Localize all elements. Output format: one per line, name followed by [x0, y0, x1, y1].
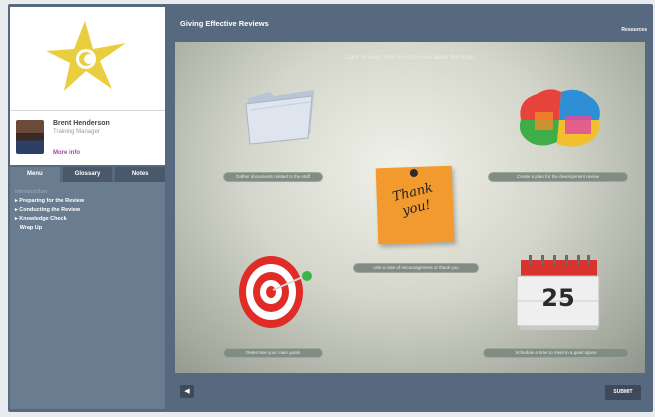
target-icon[interactable]: [233, 248, 323, 332]
target-item-label[interactable]: Determine your main goals: [223, 348, 323, 358]
submit-button[interactable]: SUBMIT: [605, 385, 641, 400]
avatar: [16, 120, 44, 154]
note-text: Thank you!: [391, 180, 435, 220]
puzzle-item-label[interactable]: Create a plan for the development review: [488, 172, 628, 182]
menu-panel: Introduction ▸ Preparing for the Review …: [10, 182, 165, 409]
menu-item-preparing[interactable]: ▸ Preparing for the Review: [15, 197, 160, 206]
profile-role: Training Manager: [53, 129, 100, 135]
prev-button[interactable]: ◀: [180, 385, 194, 398]
player-footer: ◀ SUBMIT: [175, 373, 645, 412]
menu-item-label: Preparing for the Review: [19, 198, 85, 204]
tab-menu[interactable]: Menu: [10, 167, 60, 182]
puzzle-brain-icon[interactable]: [515, 86, 603, 152]
menu-item-label: Conducting the Review: [19, 207, 81, 213]
menu-item-wrap-up[interactable]: Wrap Up: [15, 224, 160, 233]
folder-item-label[interactable]: Gather documents related to the staff: [223, 172, 323, 182]
slide-stage: Click on each item to learn more about t…: [175, 42, 645, 373]
tab-notes[interactable]: Notes: [115, 167, 166, 182]
note-pin-icon: [409, 168, 419, 178]
resources-link[interactable]: Resources: [621, 27, 647, 33]
tab-glossary[interactable]: Glossary: [62, 167, 113, 182]
calendar-day: 25: [541, 284, 575, 312]
profile-card: Brent Henderson Training Manager More in…: [10, 110, 165, 165]
thank-you-note-icon[interactable]: Thank you!: [375, 165, 455, 245]
menu-item-knowledge-check[interactable]: ▸ Knowledge Check: [15, 215, 160, 224]
course-title: Giving Effective Reviews: [180, 19, 269, 28]
more-info-link[interactable]: More info: [53, 150, 80, 156]
menu-item-conducting[interactable]: ▸ Conducting the Review: [15, 206, 160, 215]
menu-item-label: Knowledge Check: [19, 216, 67, 222]
menu-item-label: Wrap Up: [19, 225, 43, 231]
sidebar: Brent Henderson Training Manager More in…: [10, 7, 166, 409]
sidebar-tabs: Menu Glossary Notes: [10, 167, 166, 182]
calendar-item-label[interactable]: Schedule a time to meet in a quiet space: [483, 348, 629, 358]
logo-panel: [10, 7, 165, 110]
slide-instruction: Click on each item to learn more about t…: [345, 55, 475, 61]
profile-name: Brent Henderson: [53, 120, 110, 127]
folder-icon[interactable]: [240, 86, 320, 146]
menu-item-introduction[interactable]: Introduction: [15, 188, 160, 197]
note-item-label[interactable]: Use a note of encouragement or thank you: [353, 263, 479, 273]
star-logo-icon: [46, 21, 126, 91]
